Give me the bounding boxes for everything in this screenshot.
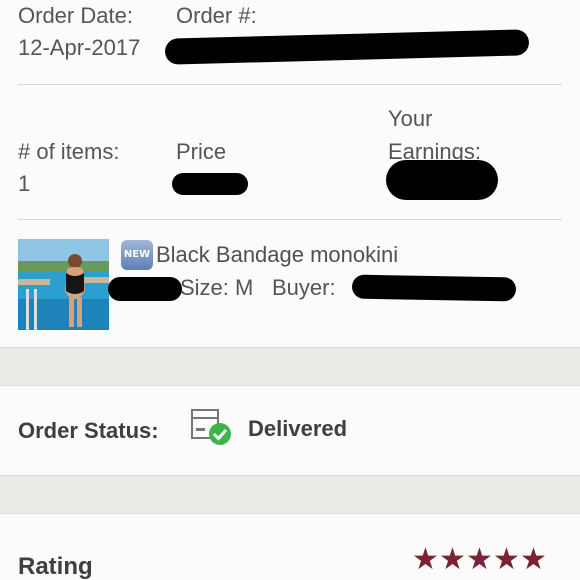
rating-label: Rating: [18, 553, 93, 580]
package-delivered-icon: [190, 406, 234, 446]
order-status-value: Delivered: [248, 416, 348, 441]
redaction-mark: [108, 277, 182, 301]
order-status-card: Order Status: Delivered: [0, 386, 580, 475]
product-title[interactable]: Black Bandage monokini: [156, 242, 398, 268]
product-size: Size: M: [180, 275, 254, 300]
order-date-value: 12-Apr-2017: [18, 35, 141, 60]
items-value: 1: [18, 171, 31, 196]
new-badge-icon: NEW: [121, 240, 153, 270]
redaction-mark: [172, 173, 248, 195]
price-label: Price: [176, 139, 227, 164]
order-status-label: Order Status:: [18, 418, 159, 443]
star-icon: ★: [439, 542, 466, 577]
order-number-label: Order #:: [176, 3, 257, 28]
section-separator: [0, 475, 580, 514]
star-icon: ★: [412, 542, 439, 577]
section-separator: [0, 347, 580, 386]
earnings-label-line1: Your: [388, 106, 433, 131]
order-details-card: Order Date: Order #: 12-Apr-2017 # of it…: [0, 0, 580, 347]
redaction-mark: [164, 29, 530, 65]
items-label: # of items:: [18, 139, 120, 164]
star-icon: ★: [466, 542, 493, 577]
divider: [18, 219, 562, 220]
star-icon: ★: [493, 542, 520, 577]
order-date-label: Order Date:: [18, 3, 133, 28]
buyer-label: Buyer:: [272, 275, 336, 300]
redaction-mark: [386, 160, 498, 200]
redaction-mark: [351, 274, 517, 302]
product-thumbnail[interactable]: [18, 239, 109, 330]
divider: [18, 84, 562, 85]
product-photo-icon: [18, 239, 109, 330]
star-icon: ★: [520, 542, 547, 577]
rating-stars: ★ ★ ★ ★ ★: [412, 545, 547, 575]
